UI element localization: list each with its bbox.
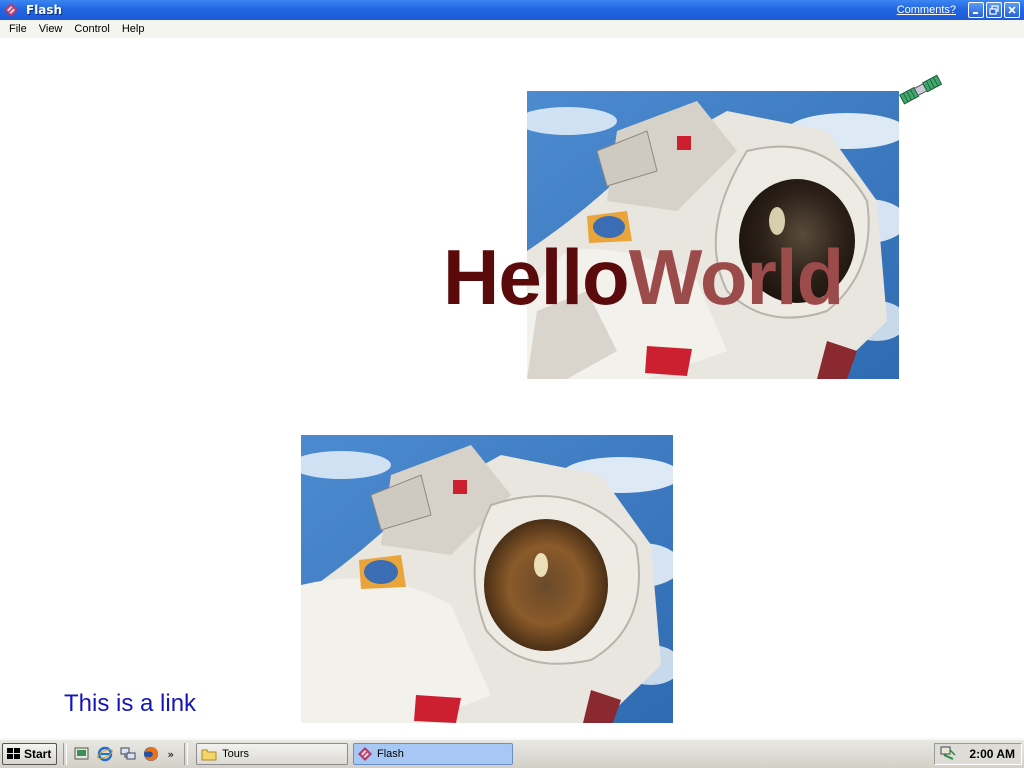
- title-right-controls: Comments?: [897, 0, 1020, 20]
- menu-help[interactable]: Help: [117, 23, 150, 35]
- network-icon[interactable]: [119, 745, 137, 763]
- satellite-icon[interactable]: [898, 72, 946, 108]
- taskbar-separator: [63, 743, 68, 765]
- restore-icon: [989, 5, 999, 15]
- comments-link[interactable]: Comments?: [897, 4, 956, 16]
- close-button[interactable]: [1004, 2, 1020, 18]
- taskbar: Start » Tours Flash 2:00 AM: [0, 738, 1024, 768]
- menu-bar: File View Control Help: [0, 20, 1024, 38]
- minimize-icon: [973, 12, 978, 14]
- task-button-flash[interactable]: Flash: [353, 743, 513, 765]
- quick-launch-chevron[interactable]: »: [167, 748, 174, 761]
- link-text[interactable]: This is a link: [64, 690, 196, 718]
- flash-app-icon: [4, 3, 18, 17]
- window-title: Flash: [26, 3, 63, 17]
- show-desktop-icon[interactable]: [73, 745, 91, 763]
- restore-button[interactable]: [986, 2, 1002, 18]
- world-word: World: [628, 233, 845, 321]
- minimize-button[interactable]: [968, 2, 984, 18]
- internet-explorer-icon[interactable]: [96, 745, 114, 763]
- menu-control[interactable]: Control: [69, 23, 114, 35]
- windows-logo-icon: [7, 748, 20, 759]
- folder-icon: [201, 747, 217, 761]
- task-label-flash: Flash: [377, 748, 404, 760]
- taskbar-clock: 2:00 AM: [969, 747, 1015, 761]
- firefox-icon[interactable]: [142, 745, 160, 763]
- taskbar-separator-2: [184, 743, 189, 765]
- flash-window: Flash Comments? File View Control Help H…: [0, 0, 1024, 738]
- system-tray: 2:00 AM: [934, 743, 1022, 765]
- close-icon: [1008, 6, 1016, 14]
- menu-file[interactable]: File: [4, 23, 32, 35]
- tray-network-icon[interactable]: [940, 745, 956, 764]
- hello-world-text: HelloWorld: [443, 238, 844, 316]
- start-label: Start: [24, 747, 52, 761]
- task-button-tours[interactable]: Tours: [196, 743, 349, 765]
- title-bar[interactable]: Flash Comments?: [0, 0, 1024, 20]
- flash-app-icon: [358, 747, 372, 761]
- task-label-tours: Tours: [222, 748, 249, 760]
- flash-stage: HelloWorld This is a link: [0, 38, 1024, 738]
- astronaut-image-bottom: [301, 435, 673, 723]
- menu-view[interactable]: View: [34, 23, 68, 35]
- start-button[interactable]: Start: [2, 743, 58, 765]
- hello-word: Hello: [443, 233, 630, 321]
